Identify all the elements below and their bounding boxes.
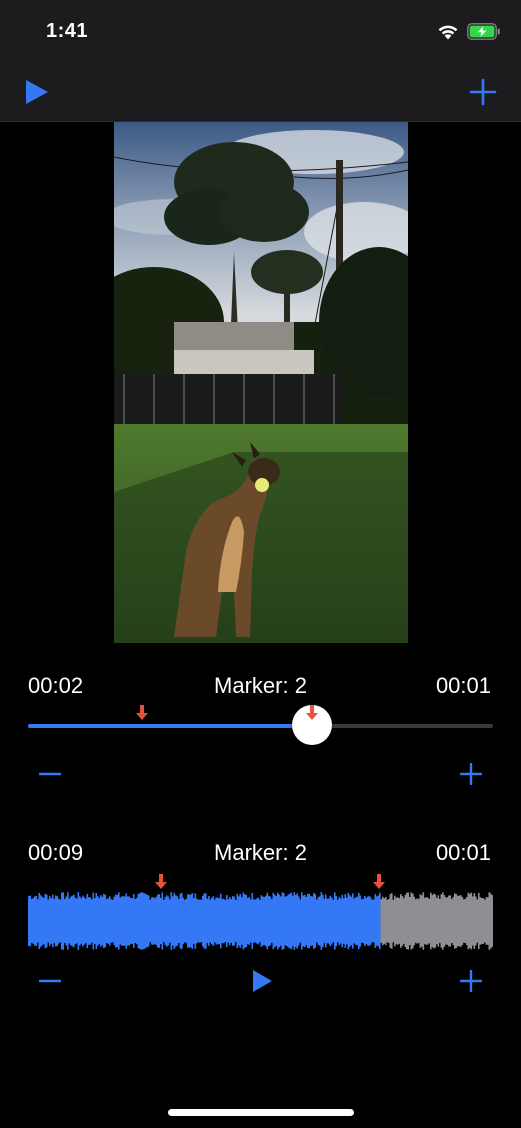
play-icon[interactable] xyxy=(23,78,51,106)
marker-arrow-icon[interactable] xyxy=(372,874,386,890)
marker-arrow-icon xyxy=(305,705,318,720)
audio-end-time: 00:01 xyxy=(435,840,491,865)
status-bar: 1:41 xyxy=(0,0,521,62)
trim-slider-track[interactable] xyxy=(28,724,493,728)
trim-plus-icon[interactable] xyxy=(460,763,482,785)
marker-arrow-icon[interactable] xyxy=(154,874,168,890)
battery-charging-icon xyxy=(467,23,500,40)
status-time: 1:41 xyxy=(46,20,89,42)
trim-minus-icon[interactable] xyxy=(39,763,61,785)
video-preview[interactable] xyxy=(114,122,408,643)
nav-bar xyxy=(0,62,521,122)
add-icon[interactable] xyxy=(469,78,497,106)
trim-end-time: 00:01 xyxy=(435,673,491,698)
audio-minus-icon[interactable] xyxy=(39,970,61,992)
audio-plus-icon[interactable] xyxy=(460,970,482,992)
audio-waveform[interactable] xyxy=(28,892,493,950)
wifi-icon xyxy=(438,25,458,40)
marker-arrow-icon[interactable] xyxy=(135,705,149,721)
home-indicator xyxy=(168,1109,354,1116)
audio-play-icon[interactable] xyxy=(251,969,273,993)
trim-slider-fill xyxy=(28,724,312,728)
video-frame-image xyxy=(114,122,408,643)
